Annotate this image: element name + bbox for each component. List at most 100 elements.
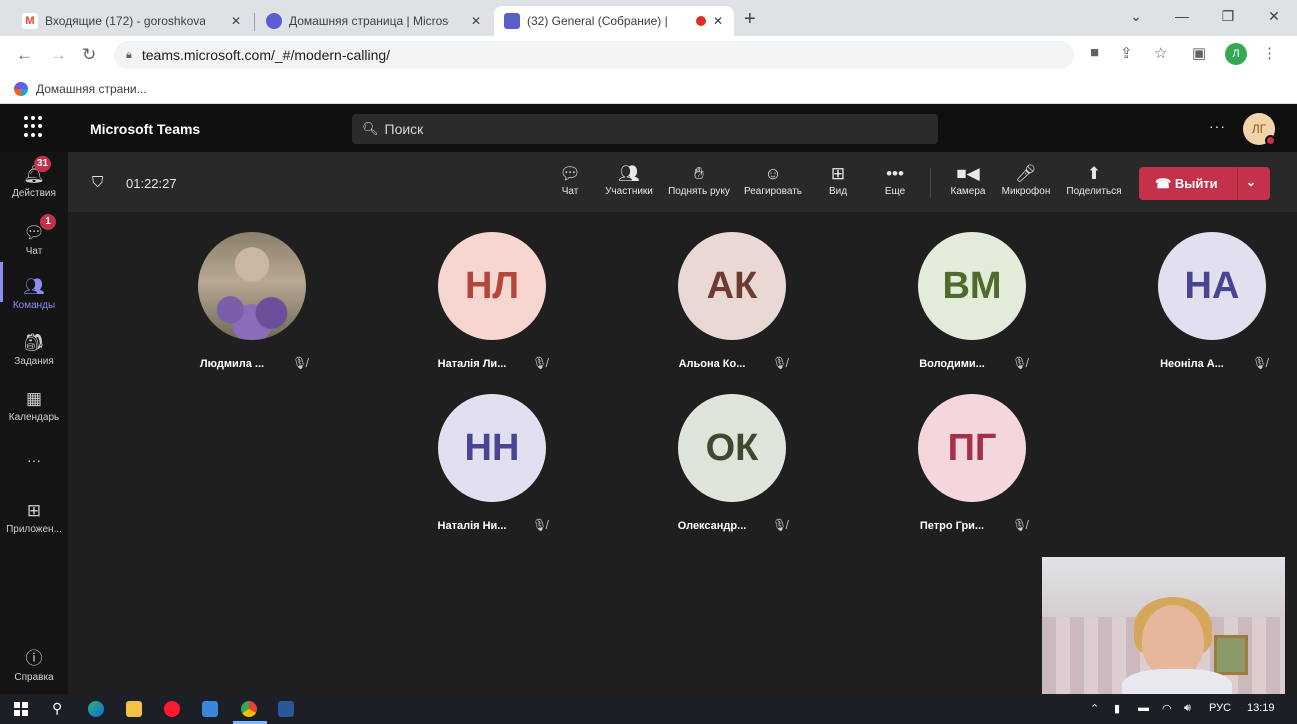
more-options-icon[interactable]: ···	[1209, 118, 1226, 134]
close-tab-icon[interactable]: ✕	[468, 14, 484, 28]
minimize-button[interactable]: —	[1159, 0, 1205, 32]
forward-icon[interactable]: →	[50, 45, 67, 65]
battery-icon[interactable]: ▬	[1138, 702, 1149, 714]
search-icon: 🔍︎	[362, 121, 379, 136]
raise-hand-button[interactable]: ✋︎ Поднять руку	[662, 162, 736, 197]
rail-item-help[interactable]: ⓘ Справка	[0, 648, 68, 683]
more-actions-button[interactable]: ••• Еще	[878, 162, 912, 197]
rail-item-apps[interactable]: ⊞ Приложен...	[0, 500, 68, 535]
rail-item-chat[interactable]: 💬︎ Чат	[0, 222, 68, 257]
chevron-down-icon[interactable]: ⌄	[1246, 175, 1256, 189]
recording-icon	[696, 16, 706, 26]
tab-search-icon[interactable]: ⌄	[1113, 0, 1159, 32]
mail-icon[interactable]	[202, 701, 218, 717]
rail-item-activity[interactable]: 🔔︎ Действия	[0, 164, 68, 199]
opera-icon[interactable]	[164, 701, 180, 717]
address-bar[interactable]: 🔒︎ teams.microsoft.com/_#/modern-calling…	[114, 41, 1074, 69]
participant-photo	[198, 232, 306, 340]
participant-tile[interactable]: ВМ Володими... 🎙︎̸	[852, 212, 1092, 372]
window-controls: ⌄ — ❐ ✕	[1113, 0, 1297, 32]
close-window-button[interactable]: ✕	[1251, 0, 1297, 32]
search-input[interactable]: 🔍︎ Поиск	[352, 114, 938, 144]
restore-button[interactable]: ❐	[1205, 0, 1251, 32]
apps-icon: ⊞	[26, 501, 42, 520]
self-video-preview[interactable]	[1042, 557, 1285, 694]
browser-tab-bar: M Входящие (172) - goroshkova69 ✕ Домашн…	[0, 0, 1297, 36]
chat-button[interactable]: 💬︎ Чат	[556, 162, 584, 197]
smiley-icon: ☺	[764, 164, 782, 183]
participant-avatar: ОК	[678, 394, 786, 502]
search-icon[interactable]: ⚲	[52, 700, 62, 717]
mic-off-icon: 🎙︎̸	[1012, 356, 1028, 370]
teams-header: Microsoft Teams 🔍︎ Поиск ···	[0, 104, 1297, 152]
participant-tile[interactable]: АК Альона Ко... 🎙︎̸	[612, 212, 852, 372]
windows-taskbar: ⚲ ⌃ ▮ ▬ ◠ 🔊︎ РУС 13:19	[0, 694, 1297, 724]
new-tab-button[interactable]: +	[744, 8, 756, 31]
participants-button[interactable]: 👥︎ Участники	[598, 162, 660, 197]
teams-icon	[504, 13, 520, 29]
back-icon[interactable]: ←	[16, 45, 33, 65]
chat-icon: 💬︎	[23, 223, 45, 242]
tab-microsoft-home[interactable]: Домашняя страница | Microsoft ✕	[256, 6, 492, 36]
control-label: Вид	[828, 186, 848, 197]
chat-badge: 1	[40, 214, 56, 230]
chrome-icon[interactable]	[241, 701, 257, 717]
tab-gmail[interactable]: M Входящие (172) - goroshkova69 ✕	[12, 6, 252, 36]
camera-button[interactable]: ■◀ Камера	[946, 162, 990, 197]
share-button[interactable]: ⬆ Поделиться	[1062, 162, 1126, 197]
control-label: Еще	[884, 186, 906, 197]
rail-item-teams[interactable]: 👥︎ Команды	[0, 276, 68, 311]
mic-off-icon: 🎙︎̸	[772, 356, 788, 370]
microphone-button[interactable]: 🎤︎ Микрофон	[996, 162, 1056, 197]
word-icon[interactable]	[278, 701, 294, 717]
close-tab-icon[interactable]: ✕	[710, 14, 726, 28]
windows-start-icon[interactable]	[14, 702, 28, 716]
view-button[interactable]: ⊞ Вид	[824, 162, 852, 197]
mic-off-icon: 🎙︎̸	[532, 356, 548, 370]
wifi-icon[interactable]: ◠	[1162, 702, 1172, 715]
bookmark-star-icon[interactable]: ☆	[1154, 44, 1167, 62]
bookmarks-bar: Домашняя страни...	[0, 74, 1297, 104]
volume-icon[interactable]: 🔊︎	[1184, 702, 1191, 715]
app-rail: 🔔︎ Действия 31 💬︎ Чат 1 👥︎ Команды 🎒︎ За…	[0, 152, 68, 694]
rail-item-assignments[interactable]: 🎒︎ Задания	[0, 332, 68, 367]
participant-avatar: ПГ	[918, 394, 1026, 502]
camera-in-use-icon[interactable]: ■	[1090, 44, 1099, 61]
side-panel-icon[interactable]: ▣	[1192, 44, 1206, 62]
assignments-icon: 🎒︎	[23, 333, 45, 352]
tab-title: Входящие (172) - goroshkova69	[45, 14, 205, 28]
chevron-up-icon[interactable]: ⌃	[1090, 702, 1099, 715]
close-tab-icon[interactable]: ✕	[228, 14, 244, 28]
app-title: Microsoft Teams	[90, 121, 201, 137]
video-person-face	[1142, 605, 1204, 677]
participant-avatar: НЛ	[438, 232, 546, 340]
browser-menu-icon[interactable]: ⋮	[1262, 44, 1277, 62]
rail-item-calendar[interactable]: ▦ Календарь	[0, 388, 68, 423]
edge-icon[interactable]	[88, 701, 104, 717]
app-launcher-icon[interactable]	[24, 116, 46, 138]
profile-avatar[interactable]: Л	[1225, 43, 1247, 65]
tab-teams[interactable]: (32) General (Собрание) | Mi ✕	[494, 6, 734, 36]
file-explorer-icon[interactable]	[126, 701, 142, 717]
share-icon[interactable]: ⇪	[1120, 44, 1133, 62]
participant-tile[interactable]: Людмила ... 🎙︎̸	[132, 212, 372, 372]
rail-label: Приложен...	[6, 524, 62, 535]
language-indicator[interactable]: РУС	[1209, 702, 1231, 714]
participant-tile[interactable]: ОК Олександр... 🎙︎̸	[612, 374, 852, 534]
leave-button[interactable]: ☎︎ Выйти ⌄	[1139, 167, 1270, 200]
react-button[interactable]: ☺ Реагировать	[740, 162, 806, 197]
teams-icon: 👥︎	[23, 277, 45, 296]
participant-tile[interactable]: ПГ Петро Гри... 🎙︎̸	[852, 374, 1092, 534]
participant-tile[interactable]: НА Неоніла А... 🎙︎̸	[1092, 212, 1297, 372]
participant-tile[interactable]: НН Наталія Ни... 🎙︎̸	[372, 374, 612, 534]
reload-icon[interactable]: ↻	[82, 45, 96, 65]
control-label: Поделиться	[1066, 186, 1122, 197]
control-label: Камера	[950, 186, 986, 197]
bookmark-item[interactable]: Домашняя страни...	[36, 82, 147, 96]
microsoft365-icon	[14, 81, 28, 96]
clock[interactable]: 13:19	[1247, 702, 1275, 714]
rail-item-more[interactable]: ···	[0, 452, 68, 468]
network-icon[interactable]: ▮	[1114, 702, 1120, 715]
mic-off-icon: 🎙︎̸	[532, 518, 548, 532]
participant-tile[interactable]: НЛ Наталія Ли... 🎙︎̸	[372, 212, 612, 372]
